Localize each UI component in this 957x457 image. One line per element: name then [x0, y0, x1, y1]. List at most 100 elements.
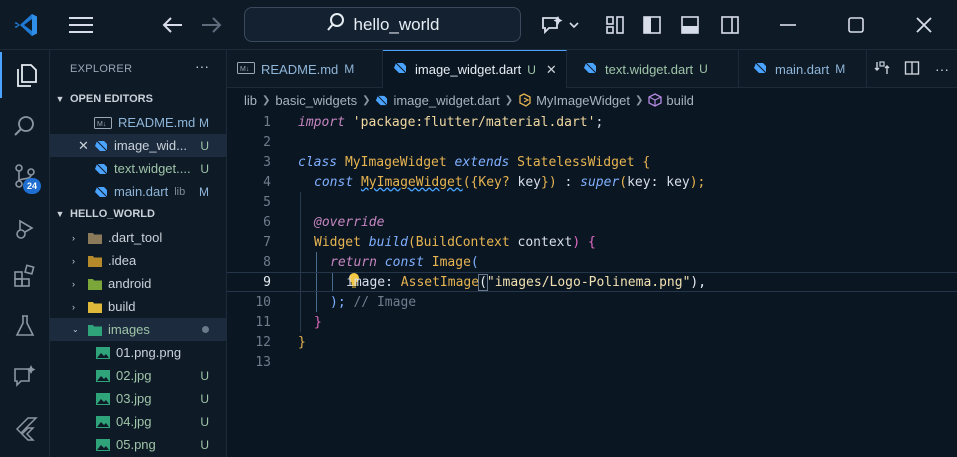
file-04-jpg[interactable]: 04.jpg U — [50, 410, 226, 433]
toggle-sidebar-icon[interactable] — [640, 10, 664, 40]
breadcrumb-item[interactable]: MyImageWidget — [536, 93, 630, 108]
file-01-png[interactable]: 01.png.png — [50, 341, 226, 364]
class-symbol-icon — [518, 93, 532, 107]
forward-icon[interactable] — [198, 10, 224, 40]
folder-dart-tool[interactable]: › .dart_tool — [50, 226, 226, 249]
breadcrumb-item[interactable]: build — [666, 93, 693, 108]
android-folder-icon — [88, 277, 102, 291]
file-05-png[interactable]: 05.png U — [50, 433, 226, 456]
file-02-jpg[interactable]: 02.jpg U — [50, 364, 226, 387]
folder-icon — [88, 300, 102, 314]
chevron-right-icon: ❯ — [635, 94, 644, 106]
editor-tabs: M↓ README.md M image_widget.dart U ✕ tex… — [227, 50, 957, 88]
code-line: 12 } — [255, 334, 306, 350]
run-debug-icon[interactable] — [0, 205, 50, 251]
back-icon[interactable] — [160, 10, 186, 40]
code-editor[interactable]: 1 import 'package:flutter/material.dart'… — [227, 112, 957, 457]
dart-icon — [94, 139, 108, 153]
file-03-jpg[interactable]: 03.jpg U — [50, 387, 226, 410]
menu-icon[interactable] — [66, 10, 96, 40]
image-file-icon — [96, 346, 110, 360]
breadcrumb-item[interactable]: lib — [244, 93, 257, 108]
dart-icon — [583, 61, 597, 78]
folder-icon — [88, 254, 102, 268]
flutter-icon[interactable] — [0, 405, 50, 451]
search-icon — [326, 12, 346, 37]
chevron-right-icon: › — [72, 255, 75, 266]
code-line: 2 — [263, 134, 271, 150]
image-folder-icon — [88, 323, 102, 337]
folder-android[interactable]: › android — [50, 272, 226, 295]
chevron-down-icon: ⌄ — [72, 325, 79, 334]
search-icon[interactable] — [0, 103, 50, 149]
svg-text:M↓: M↓ — [240, 66, 249, 73]
code-line: 7 Widget build(BuildContext context) { — [263, 234, 596, 250]
chevron-right-icon: ❯ — [262, 94, 271, 106]
close-icon[interactable]: ✕ — [78, 138, 89, 154]
folder-icon — [88, 231, 102, 245]
breadcrumb-item[interactable]: image_widget.dart — [393, 93, 499, 108]
copilot-chat-icon[interactable] — [538, 10, 582, 40]
project-section[interactable]: ▼ HELLO_WORLD — [50, 203, 226, 225]
search-text: hello_world — [353, 14, 440, 34]
folder-images[interactable]: ⌄ images — [50, 318, 226, 341]
more-actions-icon[interactable]: ··· — [927, 61, 957, 77]
editor-actions: ··· — [867, 50, 957, 88]
split-editor-icon[interactable] — [897, 60, 927, 79]
tab-image-widget[interactable]: image_widget.dart U ✕ — [383, 50, 567, 88]
image-file-icon — [96, 438, 110, 452]
method-symbol-icon — [648, 93, 663, 107]
code-line: 10 ); // Image — [255, 294, 417, 310]
tab-text-widget[interactable]: text.widget.dart U — [567, 50, 739, 88]
close-window-icon[interactable] — [911, 10, 937, 40]
modified-dot — [202, 326, 209, 333]
image-file-icon — [96, 392, 110, 406]
more-actions-icon[interactable]: ··· — [195, 58, 209, 74]
explorer-title: EXPLORER — [70, 63, 133, 75]
open-editor-image-widget[interactable]: ✕ image_wid... U — [50, 134, 226, 157]
code-line: 3 class MyImageWidget extends StatelessW… — [263, 154, 651, 170]
copilot-icon[interactable] — [0, 353, 50, 399]
maximize-icon[interactable] — [843, 10, 869, 40]
tab-readme[interactable]: M↓ README.md M — [227, 50, 383, 88]
explorer-sidebar: EXPLORER ··· ▼ OPEN EDITORS M↓ README.md… — [50, 50, 227, 457]
extensions-icon[interactable] — [0, 253, 50, 299]
code-line: 11 } — [255, 314, 322, 330]
image-file-icon — [96, 369, 110, 383]
title-bar: hello_world — [0, 0, 957, 50]
open-editors-section[interactable]: ▼ OPEN EDITORS — [50, 88, 226, 110]
chevron-right-icon: › — [72, 232, 75, 243]
dart-icon — [393, 61, 407, 78]
chevron-right-icon: › — [72, 278, 75, 289]
close-tab-icon[interactable]: ✕ — [546, 62, 557, 78]
open-editor-readme[interactable]: M↓ README.md M — [50, 111, 226, 134]
dart-icon — [94, 162, 108, 176]
toggle-panel-icon[interactable] — [678, 10, 702, 40]
toggle-secondary-sidebar-icon[interactable] — [718, 10, 742, 40]
dart-icon — [375, 94, 388, 107]
code-line: 6 @override — [263, 214, 385, 230]
explorer-icon[interactable] — [0, 52, 50, 98]
folder-build[interactable]: › build — [50, 295, 226, 318]
chevron-down-icon: ▼ — [55, 94, 65, 104]
breadcrumb-item[interactable]: basic_widgets — [275, 93, 357, 108]
tab-main[interactable]: main.dart M — [739, 50, 867, 88]
testing-icon[interactable] — [0, 303, 50, 349]
chevron-right-icon: › — [72, 301, 75, 312]
markdown-icon: M↓ — [94, 116, 112, 130]
vscode-logo-icon — [12, 10, 40, 40]
open-editor-main[interactable]: main.dart lib M — [50, 180, 226, 203]
folder-idea[interactable]: › .idea — [50, 249, 226, 272]
open-editor-text-widget[interactable]: text.widget.... U — [50, 157, 226, 180]
chevron-right-icon: ❯ — [362, 94, 371, 106]
code-line: 5 — [263, 194, 271, 210]
source-control-icon[interactable]: 24 — [0, 153, 50, 199]
minimize-icon[interactable] — [775, 10, 801, 40]
markdown-icon: M↓ — [237, 61, 255, 77]
compare-changes-icon[interactable] — [867, 60, 897, 79]
code-line: 1 import 'package:flutter/material.dart'… — [263, 114, 604, 130]
layout-grid-icon[interactable] — [603, 10, 627, 40]
breadcrumb: lib ❯ basic_widgets ❯ image_widget.dart … — [227, 88, 957, 112]
command-center-search[interactable]: hello_world — [244, 7, 521, 42]
code-line: 4 const MyImageWidget({Key? key}) : supe… — [263, 174, 706, 190]
